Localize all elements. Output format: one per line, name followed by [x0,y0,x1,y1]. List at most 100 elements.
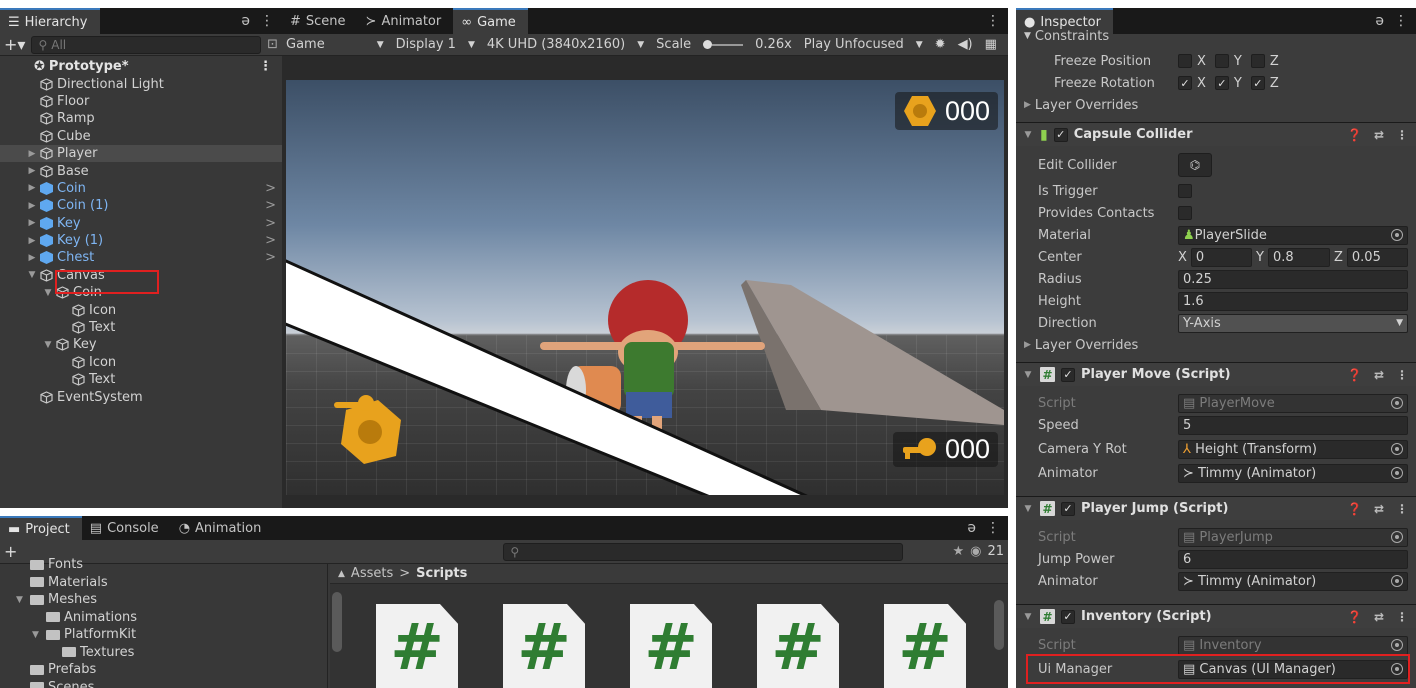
folder-item[interactable]: Scenes [0,679,327,688]
object-picker-icon[interactable] [1391,229,1403,241]
folder-item[interactable]: Materials [0,574,327,592]
hierarchy-item[interactable]: Text [0,319,282,336]
jump-power-field[interactable]: 6 [1178,549,1408,569]
hierarchy-item[interactable]: ▶ Coin (1) > [0,197,282,214]
inventory-enabled-checkbox[interactable]: ✓ [1061,609,1075,624]
collapse-icon[interactable]: ▲ [338,569,345,579]
project-search-input[interactable]: ⚲ [503,542,904,561]
tab-hierarchy[interactable]: ☰ Hierarchy [0,8,100,34]
object-picker-icon[interactable] [1391,443,1403,455]
breadcrumb-assets[interactable]: Assets [351,566,393,581]
chevron-right-icon[interactable]: ▶ [26,149,38,159]
lock-icon[interactable]: ə [241,13,250,29]
player-move-header[interactable]: ▼ # ✓ Player Move (Script) ❓ ⇄ ⋮ [1016,362,1416,386]
freeze-rot-y-checkbox[interactable]: ✓ [1214,76,1229,90]
chevron-down-icon[interactable]: ▼ [32,630,42,640]
scene-visibility-icon[interactable]: ⊡ [267,37,278,52]
scale-slider[interactable] [703,40,744,49]
script-asset-icon[interactable]: # [630,604,712,688]
script-asset-icon[interactable]: # [503,604,585,688]
object-picker-icon[interactable] [1391,575,1403,587]
kebab-menu-icon[interactable]: ⋮ [1394,13,1408,29]
tab-game[interactable]: ∞ Game [453,8,528,34]
player-move-animator-field[interactable]: ≻ Timmy (Animator) [1178,463,1408,483]
chevron-right-icon[interactable]: ▶ [26,166,38,176]
hierarchy-item[interactable]: Icon [0,301,282,318]
hierarchy-item[interactable]: ▶ Coin > [0,180,282,197]
presets-icon[interactable]: ⇄ [1374,502,1384,516]
kebab-menu-icon[interactable]: ⋮ [1396,128,1408,142]
layer-overrides-foldout-2[interactable]: ▶ Layer Overrides [1016,334,1416,356]
hierarchy-item[interactable]: Text [0,371,282,388]
folder-item[interactable]: Textures [0,644,327,662]
help-icon[interactable]: ❓ [1347,128,1362,142]
bug-icon[interactable]: ✹ [935,37,946,52]
play-mode-dropdown[interactable]: Play Unfocused [804,37,904,52]
edit-collider-button[interactable]: ⌬ [1178,153,1212,177]
resolution-dropdown[interactable]: 4K UHD (3840x2160) [487,37,625,52]
tab-scene[interactable]: # Scene [282,8,358,34]
radius-field[interactable]: 0.25 [1178,269,1408,289]
hierarchy-item[interactable]: ▶ Player [0,144,282,163]
display-dropdown[interactable]: Display 1 [396,37,456,52]
tab-animation[interactable]: ◔ Animation [171,516,274,540]
open-prefab-icon[interactable]: > [265,198,276,213]
game-viewport[interactable]: 000 000 [286,80,1004,495]
kebab-menu-icon[interactable]: ⋮ [260,13,274,29]
scrollbar[interactable] [332,592,342,652]
capsule-collider-header[interactable]: ▼ ▮ ✓ Capsule Collider ❓ ⇄ ⋮ [1016,122,1416,146]
stats-grid-icon[interactable]: ▦ [985,37,997,52]
tab-project[interactable]: ▬ Project [0,516,82,540]
chevron-right-icon[interactable]: ▶ [26,218,38,228]
speed-field[interactable]: 5 [1178,415,1408,435]
hierarchy-item[interactable]: Directional Light [0,75,282,92]
hierarchy-item[interactable]: EventSystem [0,388,282,405]
freeze-rot-z-checkbox[interactable]: ✓ [1250,76,1265,90]
inventory-header[interactable]: ▼ # ✓ Inventory (Script) ❓ ⇄ ⋮ [1016,604,1416,628]
presets-icon[interactable]: ⇄ [1374,610,1384,624]
chevron-right-icon[interactable]: ▶ [26,236,38,246]
freeze-pos-y-checkbox[interactable] [1214,54,1229,68]
help-icon[interactable]: ❓ [1347,610,1362,624]
player-move-enabled-checkbox[interactable]: ✓ [1061,367,1075,382]
kebab-menu-icon[interactable]: ⋮ [986,13,1000,29]
hierarchy-item[interactable]: ▶ Chest > [0,249,282,266]
game-mode-dropdown[interactable]: Game [286,37,325,52]
folder-item[interactable]: Fonts [0,556,327,574]
breadcrumb-scripts[interactable]: Scripts [416,566,467,581]
layer-overrides-foldout[interactable]: ▶ Layer Overrides [1016,94,1416,116]
hierarchy-item[interactable]: Cube [0,128,282,145]
hidden-packages-icon[interactable]: ◉ [970,544,981,559]
hierarchy-item[interactable]: ▶ Key > [0,215,282,232]
kebab-menu-icon[interactable]: ⋮ [1396,502,1408,516]
folder-item[interactable]: ▼ PlatformKit [0,626,327,644]
center-z-field[interactable]: 0.05 [1346,247,1408,267]
chevron-down-icon[interactable]: ▼ [42,340,54,350]
chevron-down-icon[interactable]: ▼ [26,270,38,280]
scene-root[interactable]: ✪ Prototype* ⋮ [0,58,282,75]
kebab-menu-icon[interactable]: ⋮ [1396,610,1408,624]
favorite-icon[interactable]: ★ [952,544,964,559]
folder-item[interactable]: Prefabs [0,661,327,679]
center-x-field[interactable]: 0 [1190,247,1252,267]
audio-icon[interactable]: ◀) [958,37,973,52]
capsule-collider-enabled-checkbox[interactable]: ✓ [1053,127,1068,142]
hierarchy-item[interactable]: Floor [0,93,282,110]
kebab-menu-icon[interactable]: ⋮ [1396,368,1408,382]
hierarchy-item[interactable]: ▶ Base [0,162,282,179]
script-asset-icon[interactable]: # [376,604,458,688]
camera-y-rot-field[interactable]: ⅄ Height (Transform) [1178,439,1408,459]
open-prefab-icon[interactable]: > [265,250,276,265]
freeze-pos-x-checkbox[interactable] [1178,54,1192,68]
chevron-down-icon[interactable]: ▼ [42,288,54,298]
folder-item[interactable]: ▼ Meshes [0,591,327,609]
tab-animator[interactable]: ≻ Animator [358,8,454,34]
material-field[interactable]: ♟PlayerSlide [1178,225,1408,245]
tab-console[interactable]: ▤ Console [82,516,171,540]
open-prefab-icon[interactable]: > [265,216,276,231]
freeze-pos-z-checkbox[interactable] [1250,54,1265,68]
folder-item[interactable]: Animations [0,609,327,627]
hierarchy-item[interactable]: Icon [0,354,282,371]
presets-icon[interactable]: ⇄ [1374,368,1384,382]
chevron-down-icon[interactable]: ▼ [16,595,26,605]
